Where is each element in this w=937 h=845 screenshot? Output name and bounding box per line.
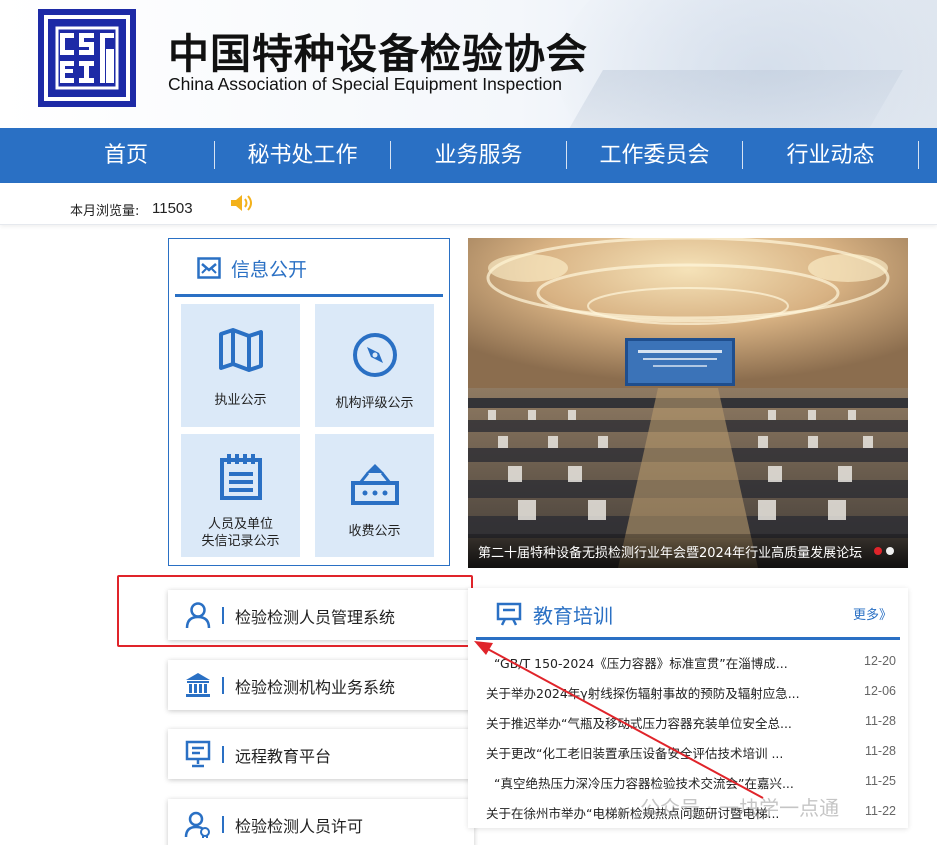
watermark-text: 公众号 · 一块学一点通	[640, 796, 840, 820]
annotation-arrow	[474, 641, 764, 799]
